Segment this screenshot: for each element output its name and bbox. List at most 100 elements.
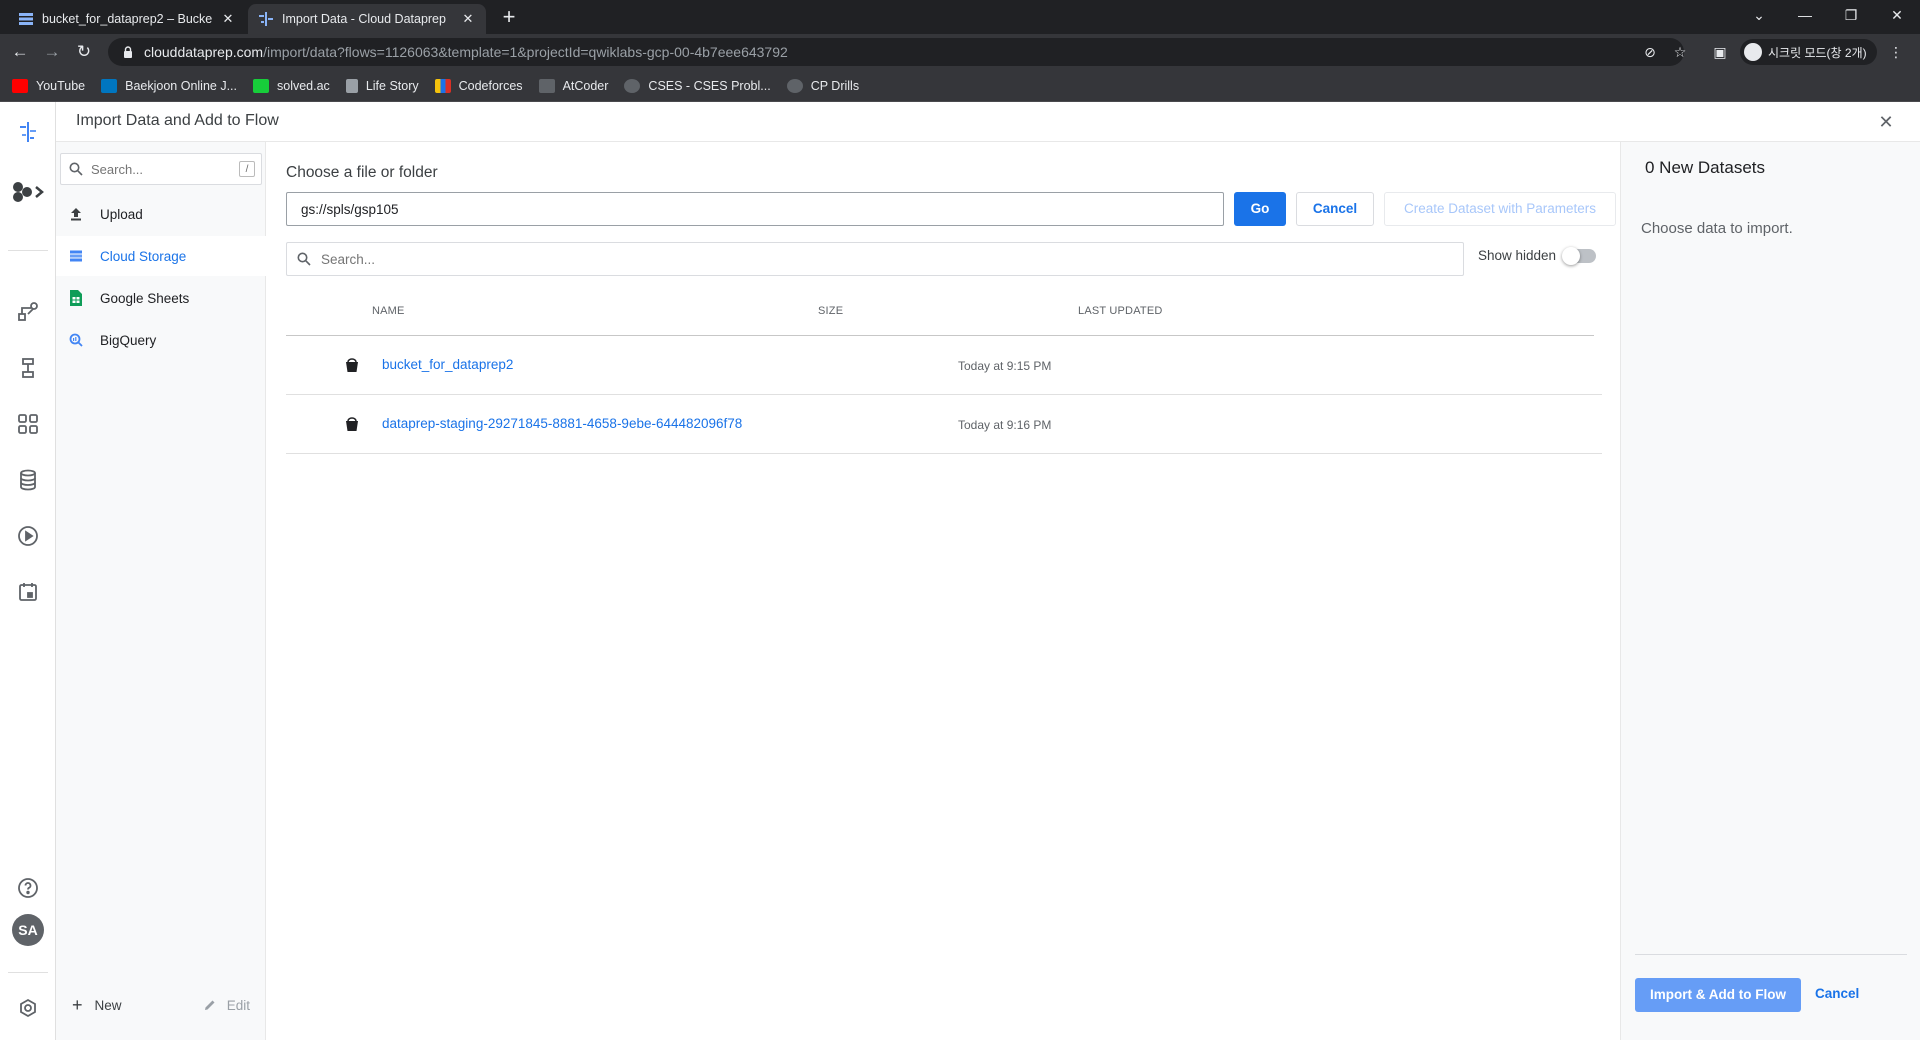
browser-toolbar: ← → ↻ clouddataprep.com/import/data?flow… bbox=[0, 34, 1920, 70]
table-header: NAME SIZE LAST UPDATED bbox=[286, 290, 1594, 336]
rail-divider bbox=[8, 250, 48, 251]
cancel-import-button[interactable]: Cancel bbox=[1815, 986, 1859, 1001]
library-grid-icon[interactable] bbox=[12, 408, 44, 440]
bookmark-solvedac[interactable]: solved.ac bbox=[253, 78, 330, 93]
show-hidden-toggle[interactable] bbox=[1562, 246, 1597, 265]
url-host: clouddataprep.com bbox=[144, 44, 264, 60]
forward-icon[interactable]: → bbox=[40, 40, 64, 64]
cloud-storage-favicon-icon bbox=[18, 11, 34, 27]
bookmark-youtube[interactable]: YouTube bbox=[12, 78, 85, 93]
close-tab-icon[interactable]: ✕ bbox=[220, 11, 236, 27]
database-icon[interactable] bbox=[12, 464, 44, 496]
search-icon bbox=[297, 252, 311, 266]
new-label: New bbox=[94, 997, 122, 1013]
side-panel-icon[interactable]: ▣ bbox=[1710, 42, 1730, 62]
modal-header: Import Data and Add to Flow ✕ bbox=[56, 102, 1920, 142]
column-header-name[interactable]: NAME bbox=[372, 305, 405, 317]
bigquery-icon bbox=[68, 332, 84, 348]
minimize-icon[interactable]: — bbox=[1782, 0, 1828, 30]
file-search-input[interactable] bbox=[321, 251, 1321, 267]
app-rail: SA bbox=[0, 102, 56, 1040]
source-label: Upload bbox=[100, 206, 143, 222]
url-path: /import/data?flows=1126063&template=1&pr… bbox=[263, 44, 788, 60]
bookmark-lifestory[interactable]: Life Story bbox=[345, 78, 419, 93]
jobs-icon[interactable] bbox=[12, 352, 44, 384]
new-connection-button[interactable]: + New bbox=[72, 996, 122, 1014]
schedule-calendar-icon[interactable] bbox=[12, 576, 44, 608]
job-history-icon[interactable] bbox=[12, 520, 44, 552]
cancel-path-button[interactable]: Cancel bbox=[1296, 192, 1374, 226]
edit-label: Edit bbox=[226, 997, 250, 1013]
bookmark-codeforces[interactable]: Codeforces bbox=[434, 78, 523, 93]
bucket-icon bbox=[346, 417, 358, 431]
show-hidden-control: Show hidden bbox=[1478, 246, 1597, 265]
datasets-hint: Choose data to import. bbox=[1641, 220, 1793, 237]
lock-icon bbox=[124, 46, 132, 58]
globe-icon bbox=[786, 78, 803, 93]
choose-file-label: Choose a file or folder bbox=[286, 164, 438, 181]
source-label: BigQuery bbox=[100, 332, 157, 348]
bucket-name-link[interactable]: dataprep-staging-29271845-8881-4658-9ebe… bbox=[382, 416, 742, 431]
browser-tab-title: bucket_for_dataprep2 – Bucket details – … bbox=[42, 12, 212, 26]
eye-off-icon[interactable]: ⊘ bbox=[1640, 42, 1660, 62]
sources-sidebar: / Upload Cloud Storage Google Sheets Big… bbox=[56, 142, 266, 1040]
bookmark-baekjoon[interactable]: Baekjoon Online J... bbox=[101, 78, 237, 93]
browser-tab-dataprep[interactable]: Import Data - Cloud Dataprep ✕ bbox=[248, 4, 486, 34]
restore-icon[interactable]: ❐ bbox=[1828, 0, 1874, 30]
settings-gear-icon[interactable] bbox=[12, 992, 44, 1024]
baekjoon-icon bbox=[101, 78, 118, 93]
browser-tab-title: Import Data - Cloud Dataprep bbox=[282, 12, 446, 26]
flows-brand-icon[interactable] bbox=[10, 176, 48, 208]
source-label: Google Sheets bbox=[100, 290, 190, 306]
gcs-path-input[interactable] bbox=[286, 192, 1224, 226]
source-upload[interactable]: Upload bbox=[56, 194, 266, 234]
window-close-icon[interactable]: ✕ bbox=[1874, 0, 1920, 30]
file-table: NAME SIZE LAST UPDATED bucket_for_datapr… bbox=[286, 290, 1602, 454]
back-icon[interactable]: ← bbox=[8, 40, 32, 64]
column-header-size[interactable]: SIZE bbox=[818, 305, 843, 317]
incognito-profile-button[interactable]: 시크릿 모드(창 2개) bbox=[1740, 39, 1877, 65]
file-browser: Choose a file or folder Go Cancel Create… bbox=[266, 142, 1620, 1040]
column-header-last-updated[interactable]: LAST UPDATED bbox=[1078, 305, 1163, 317]
close-tab-icon[interactable]: ✕ bbox=[460, 11, 476, 27]
source-google-sheets[interactable]: Google Sheets bbox=[56, 278, 266, 318]
bookmark-cpdrills[interactable]: CP Drills bbox=[786, 78, 859, 93]
cloud-storage-icon bbox=[68, 248, 84, 264]
source-cloud-storage[interactable]: Cloud Storage bbox=[56, 236, 266, 276]
incognito-icon bbox=[1744, 43, 1762, 61]
bucket-name-link[interactable]: bucket_for_dataprep2 bbox=[382, 357, 513, 372]
new-tab-button[interactable]: + bbox=[496, 6, 522, 30]
help-icon[interactable] bbox=[12, 872, 44, 904]
address-bar[interactable]: clouddataprep.com/import/data?flows=1126… bbox=[108, 38, 1684, 66]
source-bigquery[interactable]: BigQuery bbox=[56, 320, 266, 360]
table-row[interactable]: dataprep-staging-29271845-8881-4658-9ebe… bbox=[286, 395, 1602, 454]
pencil-icon bbox=[204, 1000, 215, 1010]
browser-tab-bucket[interactable]: bucket_for_dataprep2 – Bucket details – … bbox=[8, 4, 246, 34]
dataprep-favicon-icon bbox=[258, 11, 274, 27]
source-label: Cloud Storage bbox=[100, 248, 187, 264]
source-search-input[interactable] bbox=[91, 161, 221, 177]
last-updated-value: Today at 9:15 PM bbox=[958, 359, 1052, 373]
source-search-box[interactable]: / bbox=[60, 153, 262, 185]
bookmark-atcoder[interactable]: AtCoder bbox=[538, 78, 608, 93]
dataprep-logo-icon[interactable] bbox=[12, 116, 44, 148]
close-icon[interactable]: ✕ bbox=[1874, 110, 1898, 134]
user-avatar[interactable]: SA bbox=[12, 914, 44, 946]
import-and-add-to-flow-button[interactable]: Import & Add to Flow bbox=[1635, 978, 1801, 1012]
menu-kebab-icon[interactable]: ⋮ bbox=[1886, 42, 1906, 62]
reload-icon[interactable]: ↻ bbox=[72, 40, 96, 64]
profile-label: 시크릿 모드(창 2개) bbox=[1768, 45, 1867, 60]
go-button[interactable]: Go bbox=[1234, 192, 1286, 226]
edit-connection-button[interactable]: Edit bbox=[203, 998, 250, 1013]
page-title: Import Data and Add to Flow bbox=[76, 112, 279, 129]
bookmark-star-icon[interactable]: ☆ bbox=[1670, 42, 1690, 62]
dataprep-app: SA Import Data and Add to Flow ✕ / Uploa… bbox=[0, 102, 1920, 1040]
bookmark-cses[interactable]: CSES - CSES Probl... bbox=[624, 78, 771, 93]
create-dataset-with-parameters-button[interactable]: Create Dataset with Parameters bbox=[1384, 192, 1616, 226]
new-datasets-count: 0 New Datasets bbox=[1645, 158, 1765, 177]
flows-icon[interactable] bbox=[12, 296, 44, 328]
new-datasets-panel: 0 New Datasets Choose data to import. Im… bbox=[1620, 142, 1920, 1040]
tab-search-icon[interactable]: ⌄ bbox=[1736, 0, 1782, 30]
table-row[interactable]: bucket_for_dataprep2 Today at 9:15 PM bbox=[286, 336, 1602, 395]
file-search-box[interactable] bbox=[286, 242, 1464, 276]
